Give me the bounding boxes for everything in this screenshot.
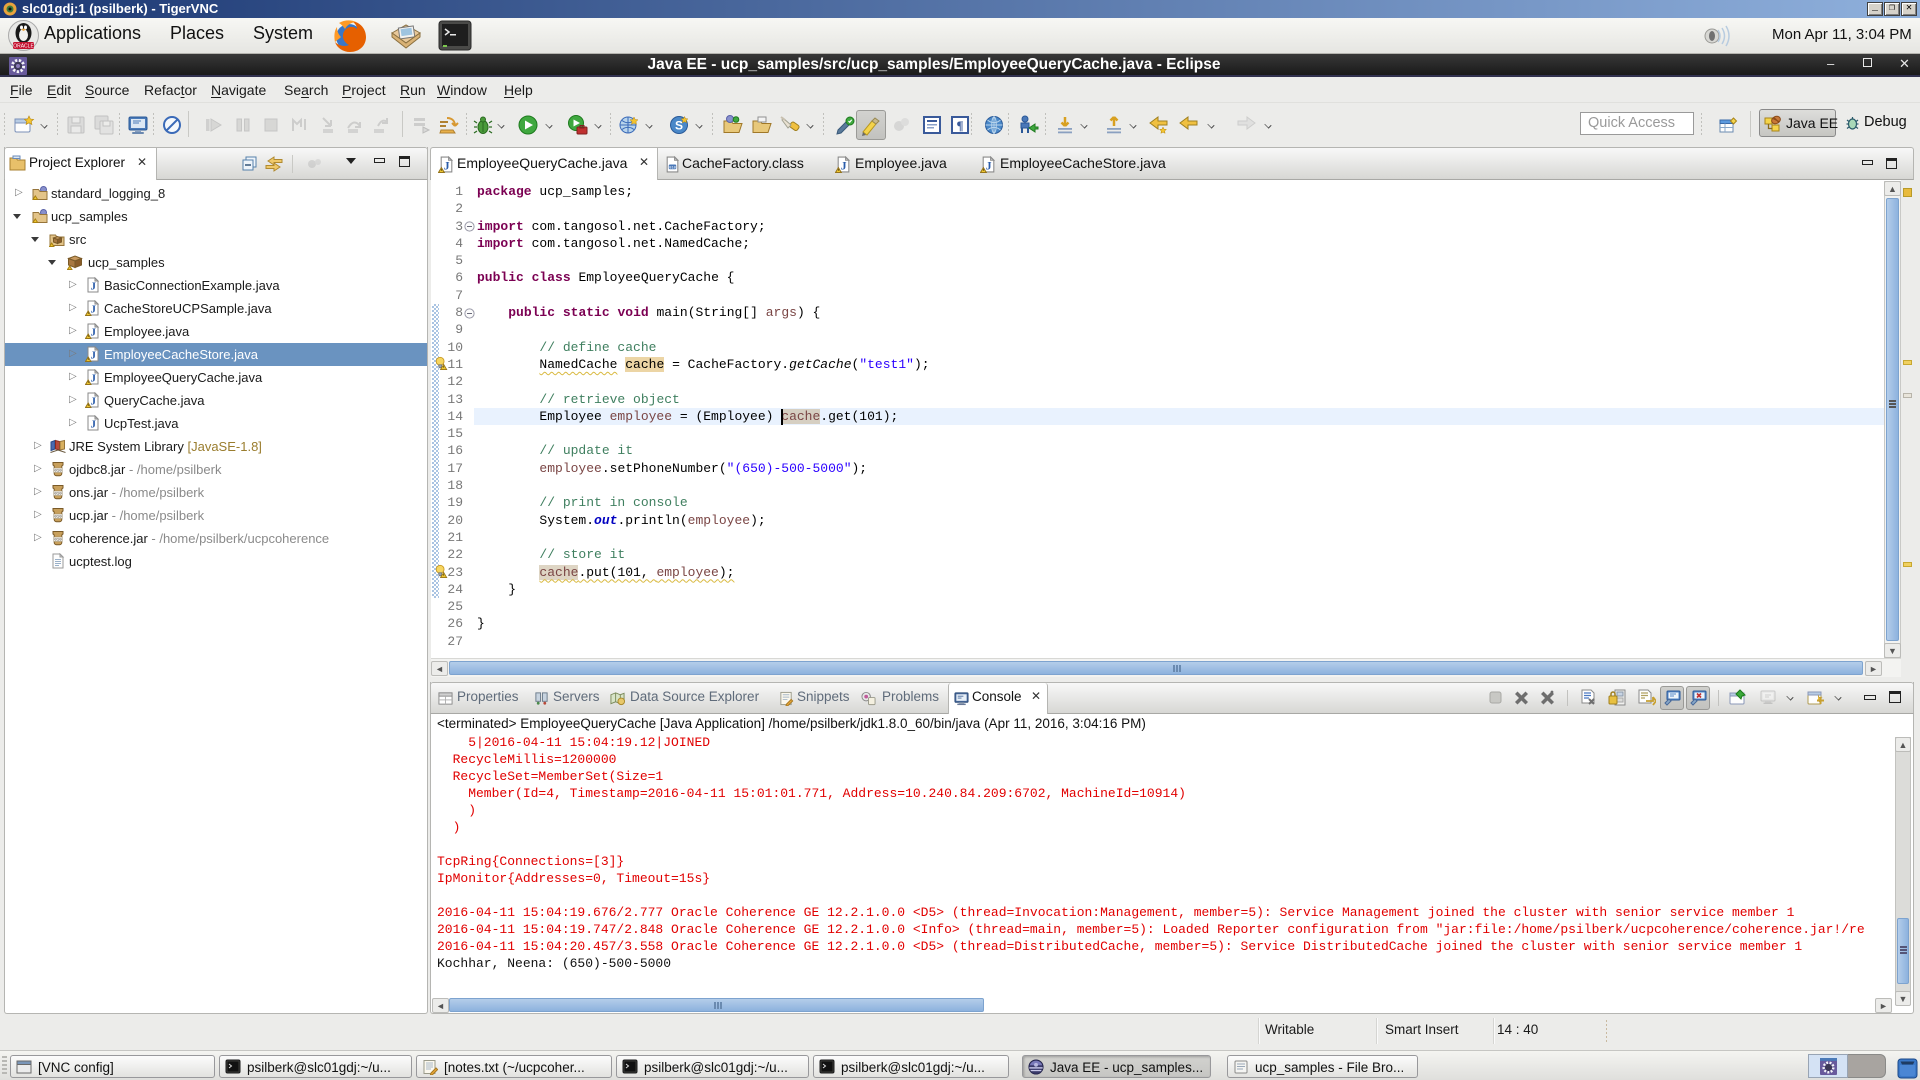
svg-text:¶: ¶ (956, 118, 963, 133)
svg-text:S: S (675, 119, 683, 133)
svg-text:ORACLE: ORACLE (13, 44, 34, 50)
